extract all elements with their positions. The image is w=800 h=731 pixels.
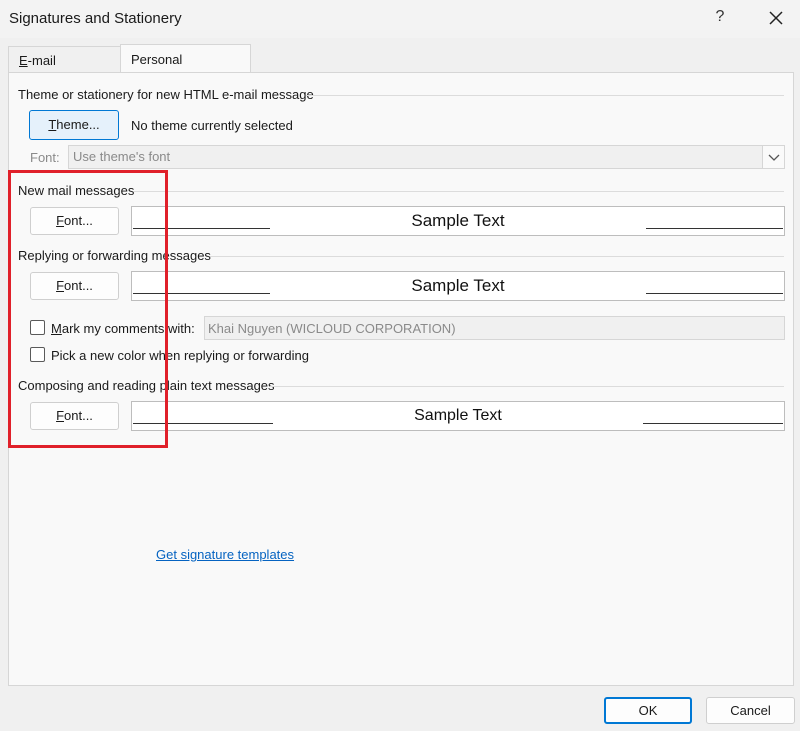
close-button[interactable] bbox=[764, 6, 788, 30]
font-label: Font: bbox=[30, 150, 60, 165]
get-signature-templates-link[interactable]: Get signature templates bbox=[156, 547, 294, 562]
help-button[interactable]: ? bbox=[711, 8, 729, 30]
theme-section-heading: Theme or stationery for new HTML e-mail … bbox=[18, 87, 314, 102]
sample-text: Sample Text bbox=[411, 211, 505, 230]
section-divider bbox=[270, 386, 784, 387]
sample-text: Sample Text bbox=[411, 276, 505, 295]
tab-email-signature-accelerator: E bbox=[19, 53, 28, 68]
replying-sample: Sample Text bbox=[131, 271, 785, 301]
section-divider bbox=[210, 256, 784, 257]
title-bar: Signatures and Stationery ? bbox=[0, 0, 800, 38]
ok-button[interactable]: OK bbox=[604, 697, 692, 724]
sample-underline bbox=[643, 423, 783, 424]
theme-button-label: heme... bbox=[56, 117, 100, 132]
window-title: Signatures and Stationery bbox=[9, 10, 182, 27]
font-select[interactable]: Use theme's font bbox=[68, 145, 785, 169]
chevron-down-icon bbox=[762, 146, 784, 168]
close-icon bbox=[769, 11, 783, 25]
section-divider bbox=[306, 95, 784, 96]
section-divider bbox=[134, 191, 784, 192]
font-select-value: Use theme's font bbox=[73, 149, 171, 164]
new-mail-sample: Sample Text bbox=[131, 206, 785, 236]
plain-text-sample: Sample Text bbox=[131, 401, 785, 431]
tab-personal-stationery[interactable]: Personal Stationery bbox=[120, 44, 251, 97]
sample-text: Sample Text bbox=[414, 407, 502, 424]
sample-underline bbox=[646, 293, 783, 294]
tab-email-signature[interactable]: E-mail Signature bbox=[8, 46, 121, 96]
mark-comments-input[interactable]: Khai Nguyen (WICLOUD CORPORATION) bbox=[204, 316, 785, 340]
highlight-annotation bbox=[8, 170, 168, 448]
theme-status: No theme currently selected bbox=[131, 118, 293, 133]
theme-button[interactable]: Theme... bbox=[29, 110, 119, 140]
cancel-button[interactable]: Cancel bbox=[706, 697, 795, 724]
sample-underline bbox=[646, 228, 783, 229]
